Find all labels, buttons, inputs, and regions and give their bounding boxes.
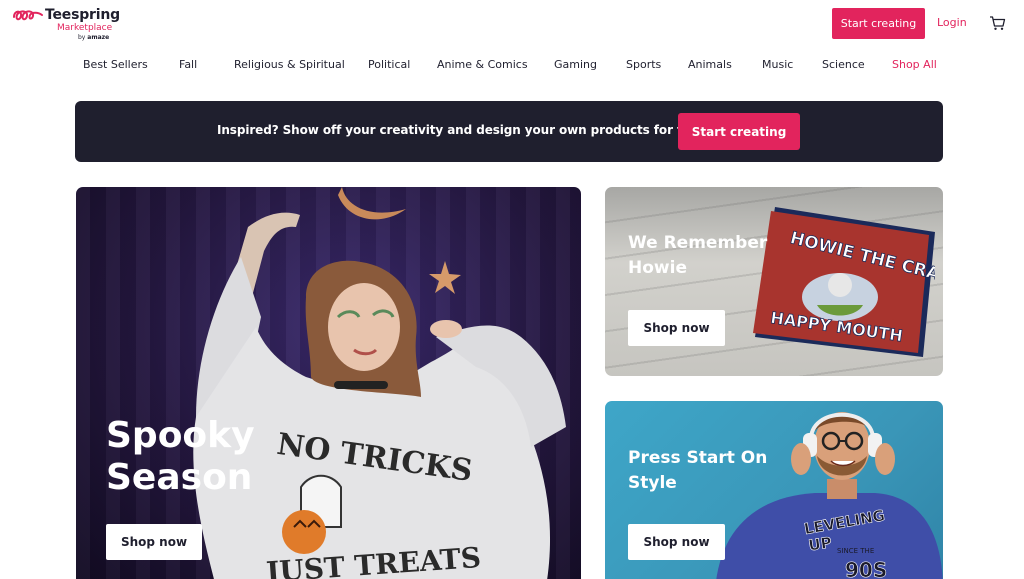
start-creating-button[interactable]: Start creating	[832, 8, 925, 39]
category-music[interactable]: Music	[762, 58, 793, 71]
logo-loops-icon	[13, 10, 43, 21]
category-nav: Best Sellers Fall Religious & Spiritual …	[0, 58, 1024, 76]
category-anime-comics[interactable]: Anime & Comics	[437, 58, 528, 71]
brand-by-prefix: by	[78, 34, 86, 41]
category-animals[interactable]: Animals	[688, 58, 732, 71]
category-religious-spiritual[interactable]: Religious & Spiritual	[234, 58, 345, 71]
brand-sub: Marketplace	[57, 23, 113, 33]
game-shirt-text-4: 90S	[845, 558, 887, 579]
card-we-remember-howie[interactable]: HOWIE THE CRABS HAPPY MOUTH We Remember …	[605, 187, 943, 376]
howie-book-image: HOWIE THE CRABS HAPPY MOUTH	[753, 207, 935, 357]
promo-text: Inspired? Show off your creativity and d…	[217, 123, 710, 137]
login-link[interactable]: Login	[937, 16, 967, 29]
card-game-title: Press Start On Style	[628, 448, 768, 493]
category-fall[interactable]: Fall	[179, 58, 197, 71]
game-shirt-text-2: UP	[807, 534, 832, 555]
teespring-logo[interactable]: Teespring Marketplace by amaze	[12, 7, 122, 43]
card-howie-shop-now-button[interactable]: Shop now	[628, 310, 725, 346]
card-game-shop-now-button[interactable]: Shop now	[628, 524, 725, 560]
hero-spooky-season-card[interactable]: NO TRICKS JUST TREATS Spooky Season Shop…	[76, 187, 581, 579]
category-shop-all[interactable]: Shop All	[892, 58, 937, 71]
promo-banner: Inspired? Show off your creativity and d…	[75, 101, 943, 162]
site-header: Teespring Marketplace by amaze Start cre…	[0, 0, 1024, 50]
brand-by-name: amaze	[87, 34, 110, 41]
card-howie-title: We Remember Howie	[628, 233, 768, 278]
card-press-start-on-style[interactable]: LEVELING UP SINCE THE 90S Press Start On…	[605, 401, 943, 579]
promo-start-creating-button[interactable]: Start creating	[678, 113, 800, 150]
hero-model-image: NO TRICKS JUST TREATS	[193, 187, 566, 579]
category-science[interactable]: Science	[822, 58, 865, 71]
hero-shop-now-button[interactable]: Shop now	[106, 524, 202, 560]
category-sports[interactable]: Sports	[626, 58, 661, 71]
cart-icon[interactable]	[989, 15, 1006, 31]
category-gaming[interactable]: Gaming	[554, 58, 597, 71]
hero-title: Spooky Season	[106, 415, 255, 498]
game-shirt-text-3: SINCE THE	[837, 547, 874, 555]
category-best-sellers[interactable]: Best Sellers	[83, 58, 148, 71]
category-political[interactable]: Political	[368, 58, 410, 71]
brand-name: Teespring	[45, 7, 120, 23]
brand-by: by amaze	[78, 34, 109, 41]
